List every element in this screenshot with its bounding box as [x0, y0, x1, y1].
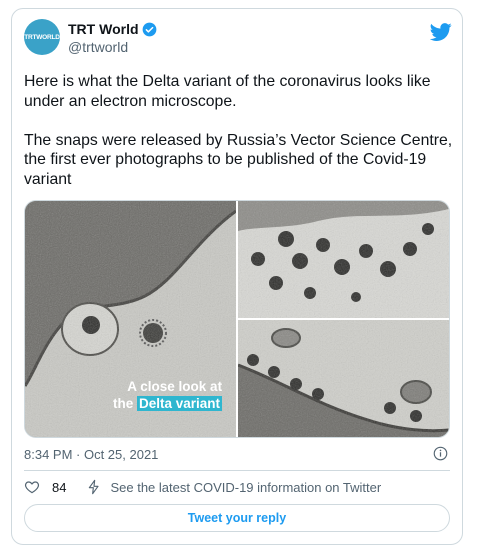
tweet-timestamp[interactable]: 8:34 PM · Oct 25, 2021: [24, 447, 158, 462]
author-name-row[interactable]: TRT World: [68, 21, 157, 37]
avatar[interactable]: TRTWORLD: [24, 19, 60, 55]
tweet-card: TRTWORLD TRT World @trtworld Here is wha…: [11, 8, 463, 545]
author-handle[interactable]: @trtworld: [68, 39, 128, 55]
avatar-logo-text: TRTWORLD: [24, 33, 60, 41]
media-image-3[interactable]: [237, 320, 449, 437]
heart-icon[interactable]: [24, 479, 40, 495]
tweet-actions: 84 See the latest COVID-19 information o…: [24, 479, 381, 495]
caption-line-1: A close look at: [127, 379, 223, 394]
covid-info-link[interactable]: See the latest COVID-19 information on T…: [110, 480, 381, 495]
caption-prefix: the: [113, 396, 134, 411]
media-image-1[interactable]: A close look at the Delta variant: [25, 201, 237, 437]
micrograph-image-2: [238, 201, 449, 318]
tweet-paragraph-1: Here is what the Delta variant of the co…: [24, 73, 431, 110]
media-image-2[interactable]: [238, 201, 449, 318]
caption-line-2: the Delta variant: [113, 395, 223, 412]
micrograph-image-3: [237, 320, 449, 437]
caption-highlight: Delta variant: [137, 396, 223, 411]
tweet-text: Here is what the Delta variant of the co…: [24, 72, 454, 189]
verified-badge-icon: [142, 22, 156, 36]
lightning-icon: [89, 479, 100, 495]
media-caption: A close look at the Delta variant: [113, 378, 223, 412]
divider: [24, 470, 450, 471]
tweet-paragraph-2: The snaps were released by Russia’s Vect…: [24, 131, 453, 188]
like-count[interactable]: 84: [52, 480, 66, 495]
tweet-your-reply-button[interactable]: Tweet your reply: [24, 504, 450, 532]
twitter-bird-icon[interactable]: [430, 21, 452, 43]
media-grid: A close look at the Delta variant: [24, 200, 450, 438]
info-icon[interactable]: [433, 446, 448, 461]
author-name[interactable]: TRT World: [68, 21, 139, 37]
